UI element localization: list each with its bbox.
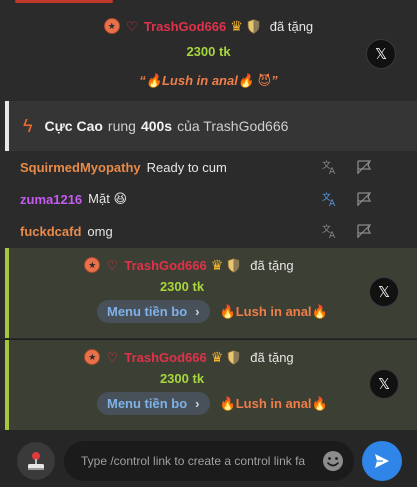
chat-message: fuckdcafd omg 文A	[0, 216, 417, 246]
smiley-icon[interactable]	[322, 450, 344, 472]
star-badge-icon: ★	[84, 349, 101, 365]
gift-verb: đã tặng	[269, 18, 314, 34]
flag-icon[interactable]	[356, 223, 372, 239]
bolt-icon: ϟ	[23, 115, 33, 136]
gift-verb: đã tặng	[250, 257, 294, 273]
gift-amount-row: 2300 tk	[0, 43, 417, 61]
chat-text: Ready to cum	[146, 159, 227, 175]
gift-item: 🔥Lush in anal🔥	[219, 303, 328, 319]
send-button[interactable]	[362, 441, 402, 481]
shield-icon	[227, 257, 240, 273]
svg-text:A: A	[329, 167, 336, 175]
gift-item: 🔥Lush in anal🔥	[219, 395, 328, 411]
flag-icon[interactable]	[356, 159, 372, 175]
chat-input[interactable]	[81, 454, 316, 468]
x-logo-icon[interactable]: 𝕏	[369, 369, 399, 399]
gift-card: ★ ♡ TrashGod666 ♛ đã tặng 2300 tk Menu t…	[5, 340, 417, 430]
crown-icon: ♛	[210, 257, 224, 273]
gift-username[interactable]: TrashGod666	[124, 350, 206, 365]
chat-message: SquirmedMyopathy Ready to cum 文A	[0, 152, 417, 182]
gift-username[interactable]: TrashGod666	[144, 19, 226, 34]
gift-amount: 2300 tk	[159, 371, 205, 386]
tip-duration: 400s	[140, 118, 173, 134]
svg-text:A: A	[329, 199, 336, 207]
heart-badge-icon: ♡	[106, 257, 119, 273]
tip-level: Cực Cao	[44, 118, 103, 134]
chat-username[interactable]: fuckdcafd	[20, 224, 81, 239]
gift-notification-top: ★ ♡ TrashGod666 ♛ đã tặng 2300 tk “🔥Lush…	[0, 5, 417, 100]
star-badge-icon: ★	[103, 18, 120, 34]
chat-input-bar	[0, 430, 417, 487]
active-tab-indicator	[15, 0, 113, 3]
gift-amount-row: 2300 tk	[4, 278, 416, 296]
joystick-button[interactable]	[17, 442, 55, 480]
tip-menu-label: Menu tiền bo	[107, 396, 188, 411]
shield-icon	[247, 18, 260, 34]
chat-message: zuma1216 Mặt 😆 文A	[0, 184, 417, 214]
shield-icon	[227, 349, 240, 365]
gift-amount: 2300 tk	[159, 279, 205, 294]
tip-text-mid: rung	[107, 118, 136, 134]
chat-input-wrapper	[64, 441, 354, 481]
gift-header: ★ ♡ TrashGod666 ♛ đã tặng	[4, 257, 416, 273]
chat-username[interactable]: SquirmedMyopathy	[20, 160, 141, 175]
crown-icon: ♛	[210, 349, 224, 365]
gift-message: “🔥Lush in anal🔥 😈”	[139, 73, 278, 88]
gift-amount-row: 2300 tk	[4, 370, 416, 388]
translate-icon[interactable]: 文A	[322, 159, 338, 175]
x-logo-icon[interactable]: 𝕏	[366, 39, 396, 69]
chevron-right-icon: ›	[195, 304, 200, 319]
send-icon	[375, 454, 389, 468]
gift-verb: đã tặng	[250, 349, 294, 365]
tip-menu-button[interactable]: Menu tiền bo ›	[97, 300, 210, 323]
svg-text:A: A	[329, 231, 336, 239]
gift-card: ★ ♡ TrashGod666 ♛ đã tặng 2300 tk Menu t…	[5, 248, 417, 338]
translate-icon[interactable]: 文A	[322, 191, 338, 207]
tip-status-bar: ϟ Cực Cao rung 400s của TrashGod666	[5, 101, 417, 151]
chevron-right-icon: ›	[195, 396, 200, 411]
chat-username[interactable]: zuma1216	[20, 192, 82, 207]
star-badge-icon: ★	[84, 257, 101, 273]
tip-menu-label: Menu tiền bo	[107, 304, 188, 319]
flag-icon[interactable]	[356, 191, 372, 207]
gift-header: ★ ♡ TrashGod666 ♛ đã tặng	[4, 349, 416, 365]
chat-text: Mặt 😆	[88, 191, 127, 206]
translate-icon[interactable]: 文A	[322, 223, 338, 239]
joystick-icon	[28, 452, 44, 470]
chat-text: omg	[87, 223, 113, 239]
heart-badge-icon: ♡	[126, 18, 138, 34]
tip-text-end: của TrashGod666	[177, 118, 289, 134]
tip-menu-button[interactable]: Menu tiền bo ›	[97, 392, 210, 415]
heart-badge-icon: ♡	[106, 349, 119, 365]
crown-icon: ♛	[230, 18, 243, 34]
gift-header: ★ ♡ TrashGod666 ♛ đã tặng	[0, 18, 417, 34]
gift-amount: 2300 tk	[186, 44, 231, 59]
x-logo-icon[interactable]: 𝕏	[369, 277, 399, 307]
gift-username[interactable]: TrashGod666	[124, 258, 206, 273]
